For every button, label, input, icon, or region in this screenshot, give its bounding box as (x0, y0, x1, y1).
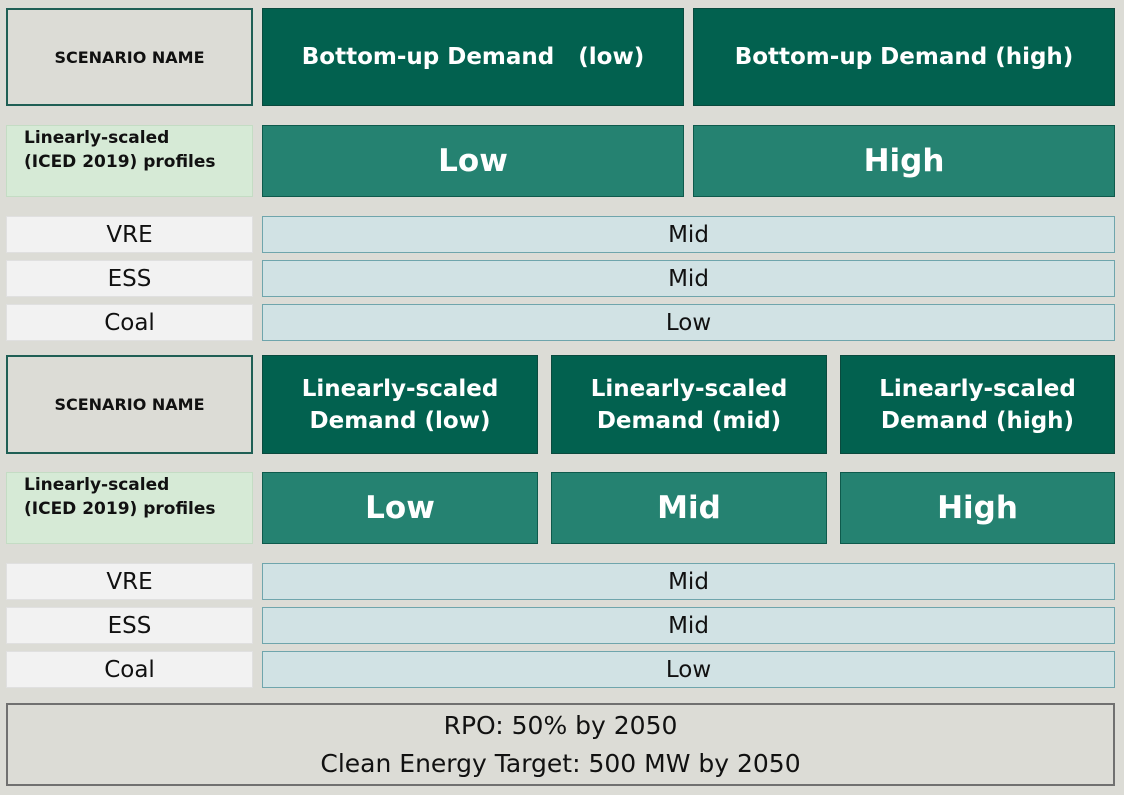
bottom-scenario-linear-mid-line1: Linearly-scaled (590, 375, 788, 402)
top-scenario-name-label: SCENARIO NAME (6, 8, 253, 106)
bottom-profile-level-mid: Mid (551, 472, 827, 544)
bottom-scenario-linear-high-line1: Linearly-scaled (879, 375, 1076, 402)
top-row-ess-value: Mid (262, 260, 1115, 297)
bottom-row-vre-value: Mid (262, 563, 1115, 600)
bottom-scenario-linear-high-line2: Demand (high) (880, 407, 1075, 434)
bottom-row-vre-label: VRE (6, 563, 253, 600)
bottom-scenario-name-label: SCENARIO NAME (6, 355, 253, 454)
top-row-vre-label: VRE (6, 216, 253, 253)
bottom-row-ess-value: Mid (262, 607, 1115, 644)
top-scenario-bottom-up-high: Bottom-up Demand (high) (693, 8, 1115, 106)
bottom-scenario-linear-mid: Linearly-scaled Demand (mid) (551, 355, 827, 454)
bottom-profile-label-line2: (ICED 2019) profiles (24, 499, 216, 519)
top-row-vre-value: Mid (262, 216, 1115, 253)
bottom-row-ess-label: ESS (6, 607, 253, 644)
top-profile-label: Linearly-scaled (ICED 2019) profiles (6, 125, 253, 197)
top-profile-label-line2: (ICED 2019) profiles (24, 152, 216, 172)
targets-footer: RPO: 50% by 2050 Clean Energy Target: 50… (6, 703, 1115, 786)
bottom-scenario-linear-low-line2: Demand (low) (309, 407, 491, 434)
top-row-ess-label: ESS (6, 260, 253, 297)
bottom-row-coal-value: Low (262, 651, 1115, 688)
bottom-profile-label-line1: Linearly-scaled (24, 475, 170, 495)
bottom-row-coal-label: Coal (6, 651, 253, 688)
clean-energy-target: Clean Energy Target: 500 MW by 2050 (320, 748, 801, 778)
top-profile-label-line1: Linearly-scaled (24, 128, 170, 148)
top-row-coal-label: Coal (6, 304, 253, 341)
bottom-scenario-linear-low: Linearly-scaled Demand (low) (262, 355, 538, 454)
top-profile-level-low: Low (262, 125, 684, 197)
bottom-scenario-linear-low-line1: Linearly-scaled (301, 375, 499, 402)
bottom-profile-level-high: High (840, 472, 1115, 544)
rpo-target: RPO: 50% by 2050 (443, 710, 678, 740)
bottom-profile-level-low: Low (262, 472, 538, 544)
bottom-scenario-linear-high: Linearly-scaled Demand (high) (840, 355, 1115, 454)
bottom-profile-label: Linearly-scaled (ICED 2019) profiles (6, 472, 253, 544)
top-profile-level-high: High (693, 125, 1115, 197)
top-row-coal-value: Low (262, 304, 1115, 341)
bottom-scenario-linear-mid-line2: Demand (mid) (596, 407, 782, 434)
top-scenario-bottom-up-low: Bottom-up Demand (low) (262, 8, 684, 106)
